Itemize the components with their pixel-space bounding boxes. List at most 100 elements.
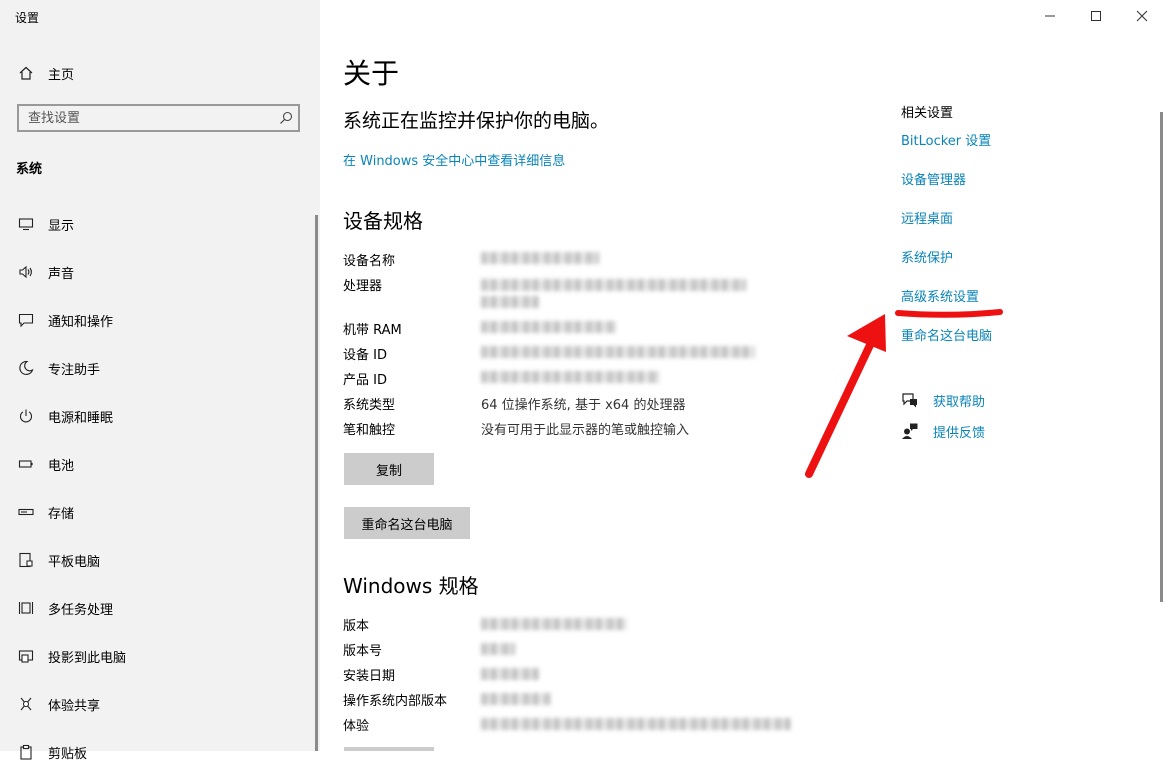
sidebar-item-battery[interactable]: 电池 — [0, 444, 320, 484]
spec-label: 处理器 — [343, 279, 383, 294]
partially-visible-button[interactable] — [344, 747, 434, 751]
page-title: 关于 — [343, 57, 400, 90]
sidebar-item-label: 存储 — [48, 506, 75, 522]
sidebar-item-label: 声音 — [48, 266, 75, 282]
sidebar-item-storage[interactable]: 存储 — [0, 492, 320, 532]
search-icon[interactable] — [279, 110, 293, 124]
advanced-system-settings-link[interactable]: 高级系统设置 — [901, 286, 979, 305]
feedback-label: 提供反馈 — [933, 425, 986, 441]
redacted-device-id — [481, 346, 755, 358]
main-scrollbar[interactable] — [315, 215, 318, 751]
redacted-processor — [481, 279, 746, 291]
spec-label: 系统类型 — [343, 398, 396, 413]
annotation-underline — [895, 309, 1003, 318]
navigation-pane: 设置 主页 系统 显示 声音 通知和操作 专注助手 — [0, 0, 320, 762]
sidebar-item-label: 多任务处理 — [48, 602, 114, 618]
minimize-icon — [1044, 7, 1056, 26]
notification-icon — [17, 311, 35, 329]
feedback-icon — [901, 422, 919, 440]
redacted-device-name — [481, 252, 599, 264]
sidebar-item-sound[interactable]: 声音 — [0, 252, 320, 292]
spec-label: 设备 ID — [343, 348, 387, 363]
sidebar-item-label: 电源和睡眠 — [48, 410, 114, 426]
remote-desktop-link[interactable]: 远程桌面 — [901, 208, 953, 227]
sidebar-item-tablet[interactable]: 平板电脑 — [0, 540, 320, 580]
section-label: 系统 — [16, 162, 43, 177]
windows-specs-heading: Windows 规格 — [343, 574, 479, 598]
system-type-value: 64 位操作系统, 基于 x64 的处理器 — [481, 398, 686, 413]
system-protection-link[interactable]: 系统保护 — [901, 247, 953, 266]
maximize-button[interactable] — [1073, 0, 1119, 32]
app-title: 设置 — [15, 11, 40, 25]
sidebar-item-power[interactable]: 电源和睡眠 — [0, 396, 320, 436]
rename-pc-button[interactable]: 重命名这台电脑 — [344, 507, 470, 539]
close-icon — [1136, 7, 1148, 26]
redacted-ram — [481, 321, 616, 333]
sidebar-item-label: 显示 — [48, 218, 75, 234]
share-icon — [17, 695, 35, 713]
project-icon — [17, 647, 35, 665]
sidebar-item-label: 投影到此电脑 — [48, 650, 127, 666]
sidebar-item-multitasking[interactable]: 多任务处理 — [0, 588, 320, 628]
spec-label: 机带 RAM — [343, 323, 402, 338]
sidebar-item-label: 专注助手 — [48, 362, 101, 378]
help-chat-icon — [901, 391, 919, 409]
feedback-link[interactable]: 提供反馈 — [901, 421, 985, 441]
redacted-os-build — [481, 693, 551, 705]
search-input[interactable] — [19, 106, 278, 130]
power-icon — [17, 407, 35, 425]
sidebar-item-label: 剪贴板 — [48, 746, 88, 762]
device-manager-link[interactable]: 设备管理器 — [901, 169, 966, 188]
speaker-icon — [17, 263, 35, 281]
redacted-product-id — [481, 371, 659, 383]
sidebar-item-label: 体验共享 — [48, 698, 101, 714]
spec-label: 操作系统内部版本 — [343, 694, 448, 709]
get-help-label: 获取帮助 — [933, 394, 986, 410]
sidebar-item-label: 平板电脑 — [48, 554, 101, 570]
device-specs-heading: 设备规格 — [343, 209, 423, 233]
redacted-experience — [481, 718, 791, 730]
sidebar-item-display[interactable]: 显示 — [0, 204, 320, 244]
multitask-icon — [17, 599, 35, 617]
annotation-arrow-head — [847, 314, 886, 352]
spec-label: 版本 — [343, 619, 370, 634]
spec-label: 版本号 — [343, 644, 383, 659]
nav-home-label: 主页 — [48, 67, 75, 83]
sidebar-item-notifications[interactable]: 通知和操作 — [0, 300, 320, 340]
redacted-processor-line2 — [481, 296, 539, 308]
sidebar-item-shared-experiences[interactable]: 体验共享 — [0, 684, 320, 724]
protection-status-text: 系统正在监控并保护你的电脑。 — [343, 110, 610, 132]
search-box[interactable] — [17, 104, 300, 132]
battery-icon — [17, 455, 35, 473]
redacted-install-date — [481, 668, 539, 680]
sidebar-item-clipboard[interactable]: 剪贴板 — [0, 732, 320, 772]
redacted-edition — [481, 618, 627, 630]
storage-icon — [17, 503, 35, 521]
spec-label: 设备名称 — [343, 254, 396, 269]
sidebar-item-label: 电池 — [48, 458, 75, 474]
copy-button[interactable]: 复制 — [344, 453, 434, 485]
close-button[interactable] — [1119, 0, 1165, 32]
clipboard-icon — [17, 743, 35, 761]
minimize-button[interactable] — [1027, 0, 1073, 32]
monitor-icon — [17, 215, 35, 233]
moon-icon — [17, 359, 35, 377]
annotation-arrow-shaft — [805, 341, 874, 478]
bitlocker-settings-link[interactable]: BitLocker 设置 — [901, 130, 991, 149]
sidebar-item-focus-assist[interactable]: 专注助手 — [0, 348, 320, 388]
spec-label: 体验 — [343, 719, 370, 734]
security-center-link[interactable]: 在 Windows 安全中心中查看详细信息 — [343, 150, 565, 169]
home-icon — [17, 64, 35, 82]
spec-label: 产品 ID — [343, 373, 387, 388]
right-scrollbar[interactable] — [1160, 112, 1163, 602]
pen-touch-value: 没有可用于此显示器的笔或触控输入 — [481, 423, 690, 438]
sidebar-item-project[interactable]: 投影到此电脑 — [0, 636, 320, 676]
spec-label: 笔和触控 — [343, 423, 396, 438]
rename-pc-link[interactable]: 重命名这台电脑 — [901, 325, 992, 344]
related-settings-heading: 相关设置 — [901, 106, 954, 121]
sidebar-item-label: 通知和操作 — [48, 314, 114, 330]
nav-home[interactable]: 主页 — [0, 53, 320, 93]
get-help-link[interactable]: 获取帮助 — [901, 390, 985, 410]
tablet-icon — [17, 551, 35, 569]
spec-label: 安装日期 — [343, 669, 396, 684]
